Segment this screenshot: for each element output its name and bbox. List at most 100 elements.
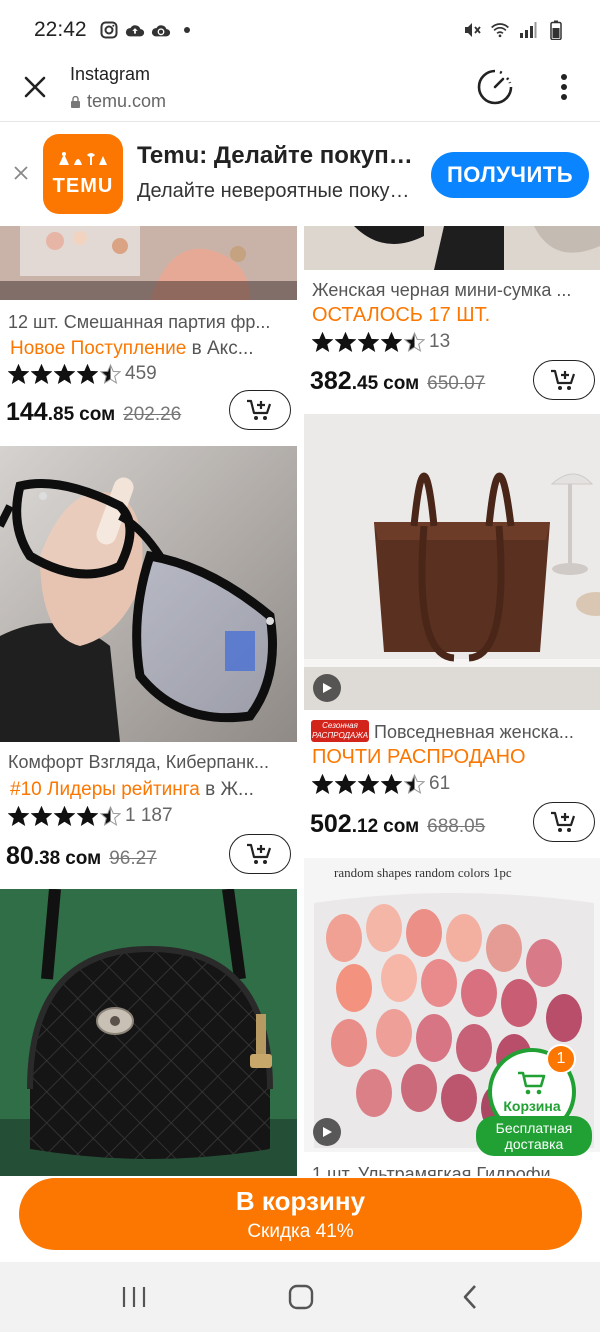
temu-app-logo: TEMU: [43, 134, 123, 214]
play-icon: [323, 1127, 332, 1137]
product-image[interactable]: [0, 446, 297, 742]
logo-figures: [57, 151, 109, 171]
add-to-cart-button[interactable]: [229, 834, 291, 874]
more-dot: [561, 84, 567, 90]
product-image[interactable]: [304, 414, 600, 710]
star-rating: [8, 363, 121, 385]
star-icon: [8, 805, 29, 826]
more-dot: [561, 74, 567, 80]
free-shipping-badge: Бесплатная доставка: [476, 1116, 592, 1156]
product-image[interactable]: [0, 889, 297, 1176]
tag-category[interactable]: в Ж...: [200, 779, 254, 800]
product-price: 144.85 сом 202.26: [6, 398, 181, 427]
mute-icon: [462, 20, 482, 40]
add-to-cart-button[interactable]: [533, 802, 595, 842]
more-options-button[interactable]: [552, 70, 576, 104]
cart-plus-icon: [551, 369, 576, 390]
banner-subtitle: Делайте невероятные покупки: [137, 180, 417, 202]
product-tag: #10 Лидеры рейтинга в Ж...: [10, 779, 290, 801]
product-price: 382.45 сом 650.07: [310, 367, 485, 396]
browser-title-block: Instagram temu.com: [70, 64, 166, 112]
star-icon: [404, 331, 425, 352]
price-cents: .45: [351, 373, 379, 394]
price-main: 80: [6, 842, 34, 870]
browser-url-row: temu.com: [70, 91, 166, 112]
price-currency: сом: [383, 373, 420, 394]
cta-discount: Скидка 41%: [247, 1220, 354, 1242]
close-icon: [14, 166, 28, 180]
add-to-cart-button[interactable]: [533, 360, 595, 400]
wifi-icon: [490, 20, 510, 40]
cart-plus-icon: [247, 843, 272, 864]
product-title[interactable]: Повседневная женска...: [374, 722, 594, 743]
price-main: 144: [6, 398, 48, 426]
dismiss-banner-button[interactable]: [10, 162, 32, 184]
get-app-button[interactable]: ПОЛУЧИТЬ: [431, 152, 589, 198]
system-icons: [462, 20, 566, 40]
dot-icon: [177, 20, 197, 40]
system-navigation-bar: [0, 1262, 600, 1332]
rating-count: 459: [125, 363, 157, 384]
star-icon: [77, 363, 98, 384]
play-video-button[interactable]: [313, 674, 341, 702]
star-rating: [312, 773, 425, 795]
add-to-cart-button[interactable]: [229, 390, 291, 430]
add-to-cart-cta-button[interactable]: В корзину Скидка 41%: [19, 1178, 582, 1250]
price-main: 502: [310, 810, 352, 838]
play-video-button[interactable]: [313, 1118, 341, 1146]
product-title[interactable]: Комфорт Взгляда, Киберпанк...: [8, 752, 290, 773]
play-icon: [323, 683, 332, 693]
star-icon: [358, 331, 379, 352]
star-icon: [100, 805, 121, 826]
instagram-icon: [99, 20, 119, 40]
tag-highlight[interactable]: Новое Поступление: [10, 338, 186, 359]
lock-icon: [71, 95, 80, 108]
star-icon: [8, 363, 29, 384]
price-cents: .85: [47, 404, 75, 425]
app-install-banner: TEMU Temu: Делайте покупки как миллиарде…: [0, 122, 600, 226]
rating-count: 61: [429, 773, 451, 794]
product-price: 80.38 сом 96.27: [6, 842, 157, 871]
star-icon: [381, 773, 402, 794]
recents-icon: [122, 1287, 146, 1307]
product-image[interactable]: [0, 226, 297, 300]
tag-category[interactable]: в Акс...: [186, 338, 254, 359]
notification-icons: [99, 20, 197, 40]
product-price: 502.12 сом 688.05: [310, 810, 485, 839]
banner-title: Temu: Делайте покупки как миллиардер: [137, 142, 417, 169]
cta-label: В корзину: [235, 1185, 366, 1216]
price-main: 382: [310, 367, 352, 395]
cart-plus-icon: [247, 399, 272, 420]
cloud-sync-icon: [151, 20, 171, 40]
product-title[interactable]: Женская черная мини-сумка ...: [312, 280, 594, 301]
back-button[interactable]: [450, 1282, 490, 1312]
cart-plus-icon: [551, 811, 576, 832]
recent-apps-button[interactable]: [114, 1282, 154, 1312]
home-button[interactable]: [281, 1282, 321, 1312]
stock-label: ОСТАЛОСЬ 17 ШТ.: [312, 304, 491, 326]
speedometer-icon: [477, 69, 513, 105]
star-icon: [31, 805, 52, 826]
image-caption: random shapes random colors 1pc: [334, 865, 512, 880]
more-dot: [561, 94, 567, 100]
star-icon: [54, 805, 75, 826]
price-cents: .12: [351, 816, 379, 837]
old-price: 96.27: [109, 848, 157, 869]
old-price: 688.05: [427, 816, 486, 837]
product-title[interactable]: 1 шт. Ультрамягкая Гидрофи...: [312, 1164, 594, 1176]
rating-count: 1 187: [125, 805, 173, 826]
cart-count-badge: 1: [546, 1044, 576, 1074]
product-grid: 12 шт. Смешанная партия фр... Новое Пост…: [0, 226, 600, 1176]
product-rating: 1 187: [8, 804, 173, 828]
star-icon: [358, 773, 379, 794]
close-browser-button[interactable]: [20, 72, 50, 102]
product-title[interactable]: 12 шт. Смешанная партия фр...: [8, 312, 290, 333]
price-cents: .38: [33, 848, 61, 869]
page-speed-button[interactable]: [476, 68, 514, 106]
product-image[interactable]: [304, 226, 600, 270]
product-rating: 459: [8, 362, 157, 386]
browser-title: Instagram: [70, 64, 151, 84]
tag-highlight[interactable]: #10 Лидеры рейтинга: [10, 779, 200, 800]
cart-icon: [518, 1071, 546, 1095]
stock-label: ПОЧТИ РАСПРОДАНО: [312, 746, 526, 768]
